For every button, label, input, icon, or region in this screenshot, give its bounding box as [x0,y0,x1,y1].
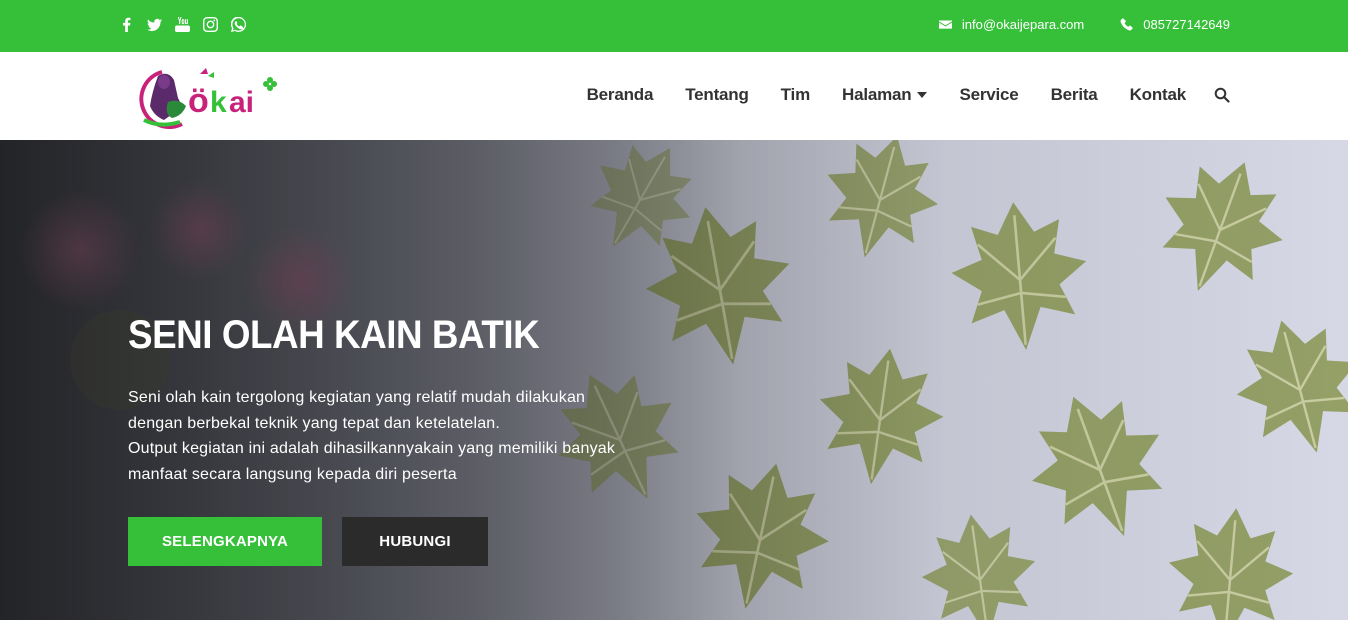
email-text: info@okaijepara.com [961,17,1085,32]
okai-logo[interactable]: ö k ai [130,62,280,130]
hero-banner: SENI OLAH KAIN BATIK Seni olah kain terg… [0,140,1348,620]
site-header: ö k ai Beranda Tentang Tim Halaman Servi… [0,52,1348,140]
hubungi-button[interactable]: HUBUNGI [342,517,488,566]
email-link[interactable]: info@okaijepara.com [938,17,1085,32]
main-nav: Beranda Tentang Tim Halaman Service Beri… [555,85,1230,105]
nav-item-service[interactable]: Service [959,85,1018,105]
phone-icon [1120,18,1133,31]
facebook-icon[interactable] [118,16,134,32]
phone-link[interactable]: 085727142649 [1120,17,1230,32]
svg-text:ö: ö [188,82,209,120]
twitter-icon[interactable] [146,16,162,32]
nav-item-tentang[interactable]: Tentang [685,85,749,105]
contact-info: info@okaijepara.com 085727142649 [938,17,1230,32]
nav-item-berita[interactable]: Berita [1051,85,1098,105]
nav-item-kontak[interactable]: Kontak [1129,85,1187,105]
svg-text:ai: ai [229,86,254,119]
nav-item-halaman[interactable]: Halaman [842,85,928,105]
nav-label: Tentang [685,85,749,104]
hero-line: Seni olah kain tergolong kegiatan yang r… [128,389,586,406]
hero-line: Output kegiatan ini adalah dihasilkannya… [128,440,616,457]
caret-down-icon [917,92,928,98]
nav-label: Service [959,85,1019,104]
instagram-icon[interactable] [202,16,218,32]
hero-line: dengan berbekal teknik yang tepat dan ke… [128,414,501,432]
youtube-icon[interactable] [174,16,190,32]
hero-line: manfaat secara langsung kepada diri pese… [128,465,457,483]
envelope-icon [938,20,952,29]
hero-buttons: SELENGKAPNYA HUBUNGI [128,517,488,566]
svg-text:k: k [210,86,227,119]
top-bar: info@okaijepara.com 085727142649 [0,0,1348,52]
nav-label: Halaman [842,85,912,104]
whatsapp-icon[interactable] [230,16,246,32]
nav-label: Kontak [1129,85,1187,104]
nav-label: Beranda [586,85,654,104]
nav-label: Tim [780,85,811,104]
hero-description: Seni olah kain tergolong kegiatan yang r… [128,385,688,487]
nav-item-beranda[interactable]: Beranda [587,85,654,105]
nav-item-tim[interactable]: Tim [780,85,811,105]
nav-label: Berita [1050,85,1098,104]
selengkapnya-button[interactable]: SELENGKAPNYA [128,517,322,566]
hero-content: SENI OLAH KAIN BATIK Seni olah kain terg… [128,315,688,487]
social-links [118,16,246,32]
hero-title: SENI OLAH KAIN BATIK [128,313,540,357]
search-icon[interactable] [1214,87,1230,103]
phone-text: 085727142649 [1143,17,1230,32]
